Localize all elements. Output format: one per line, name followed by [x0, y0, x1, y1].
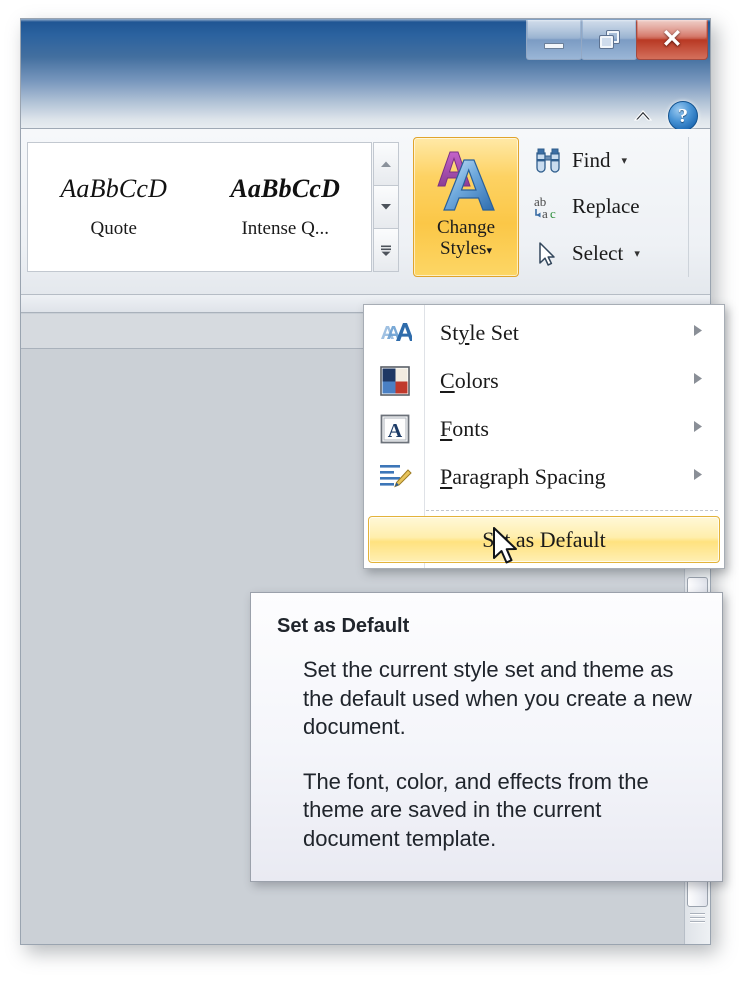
submenu-arrow-icon: [692, 468, 704, 487]
ribbon: AaBbCcD Quote AaBbCcD Intense Q... Chang…: [21, 129, 710, 295]
menu-item-colors[interactable]: Colors: [364, 357, 724, 405]
select-label: Select: [572, 241, 624, 266]
screenshot-root: ✕ ? AaBbCcD Quote AaBbCcD Intense Q... C…: [0, 0, 751, 1000]
styles-gallery: AaBbCcD Quote AaBbCcD Intense Q...: [27, 142, 372, 272]
tooltip-paragraph: Set the current style set and theme as t…: [303, 657, 692, 740]
styles-gallery-scrollbar: [373, 142, 399, 272]
more-styles-icon: [381, 245, 391, 256]
collapse-ribbon-button[interactable]: [632, 106, 654, 126]
menu-item-fonts[interactable]: A Fonts: [364, 405, 724, 453]
submenu-arrow-icon: [692, 372, 704, 391]
menu-item-label: Fonts: [440, 416, 489, 441]
window-controls: ✕: [526, 20, 708, 61]
change-styles-line2: Styles: [440, 237, 487, 259]
scrollbar-grip: [688, 911, 707, 925]
fonts-a-icon: A: [364, 413, 425, 445]
help-icon: ?: [678, 104, 688, 127]
gallery-more-button[interactable]: [373, 228, 399, 272]
menu-separator: [426, 510, 718, 511]
svg-text:A: A: [387, 420, 402, 442]
minimize-icon: [544, 42, 564, 49]
title-bar: ✕ ?: [21, 19, 710, 131]
menu-item-label: Colors: [440, 368, 499, 393]
change-styles-line1: Change: [436, 217, 496, 238]
replace-ab-ac-icon: ab a c: [534, 194, 556, 221]
set-as-default-tooltip: Set as Default Set the current style set…: [250, 592, 723, 882]
change-styles-label: Change Styles▾: [436, 217, 496, 259]
binoculars-icon: [536, 148, 560, 173]
menu-item-set-as-default[interactable]: Set as Default: [368, 516, 720, 563]
gallery-scroll-down-button[interactable]: [373, 185, 399, 228]
svg-text:a: a: [542, 206, 548, 221]
change-styles-button[interactable]: Change Styles▾: [413, 137, 519, 277]
change-styles-icon: [437, 151, 495, 211]
change-styles-dropdown-menu: Style Set Colors A Fonts Paragraph Spaci…: [363, 304, 725, 569]
titlebar-right-controls: ?: [632, 101, 698, 131]
style-item-intense-quote[interactable]: AaBbCcD Intense Q...: [200, 143, 372, 271]
style-name-label: Quote: [90, 218, 137, 239]
help-button[interactable]: ?: [668, 101, 698, 131]
scroll-down-icon: [381, 204, 391, 210]
replace-label: Replace: [572, 194, 640, 219]
restore-button[interactable]: [581, 20, 637, 60]
minimize-button[interactable]: [526, 20, 582, 60]
scroll-up-icon: [381, 161, 391, 167]
tooltip-body: Set the current style set and theme as t…: [303, 656, 696, 854]
gallery-scroll-up-button[interactable]: [373, 142, 399, 185]
chevron-down-icon: ▾: [634, 248, 640, 261]
style-sample-text: AaBbCcD: [230, 174, 341, 203]
submenu-arrow-icon: [692, 324, 704, 343]
style-set-icon: [364, 318, 425, 348]
arrow-pointer-icon: [539, 241, 555, 266]
close-icon: ✕: [661, 25, 683, 53]
select-button[interactable]: Select ▾: [529, 233, 682, 275]
chevron-down-icon: ▾: [486, 244, 492, 257]
style-sample-text: AaBbCcD: [60, 174, 168, 203]
find-label: Find: [572, 147, 611, 172]
menu-item-label: Paragraph Spacing: [440, 464, 606, 489]
menu-item-list: Style Set Colors A Fonts Paragraph Spaci…: [364, 309, 724, 501]
chevron-down-icon: ▾: [621, 154, 628, 167]
menu-item-paragraph-spacing[interactable]: Paragraph Spacing: [364, 453, 724, 501]
tooltip-paragraph: The font, color, and effects from the th…: [303, 768, 649, 851]
tooltip-title: Set as Default: [277, 615, 410, 637]
replace-button[interactable]: ab a c Replace: [529, 186, 682, 228]
style-name-label: Intense Q...: [241, 218, 330, 239]
word-application-window: ✕ ? AaBbCcD Quote AaBbCcD Intense Q... C…: [20, 18, 725, 945]
submenu-arrow-icon: [692, 420, 704, 439]
svg-text:c: c: [550, 206, 556, 221]
restore-icon: [599, 31, 619, 48]
menu-item-style-set[interactable]: Style Set: [364, 309, 724, 357]
find-button[interactable]: Find ▾: [529, 139, 682, 181]
editing-group: Find ▾ ab a c Replace Select ▾: [529, 137, 689, 277]
chevron-up-icon: [633, 110, 653, 121]
style-item-quote[interactable]: AaBbCcD Quote: [28, 143, 200, 271]
colors-swatch-icon: [364, 365, 425, 397]
paragraph-spacing-icon: [364, 461, 425, 493]
close-button[interactable]: ✕: [636, 20, 708, 60]
menu-item-label: Style Set: [440, 320, 519, 345]
menu-item-label: Set as Default: [482, 526, 606, 552]
